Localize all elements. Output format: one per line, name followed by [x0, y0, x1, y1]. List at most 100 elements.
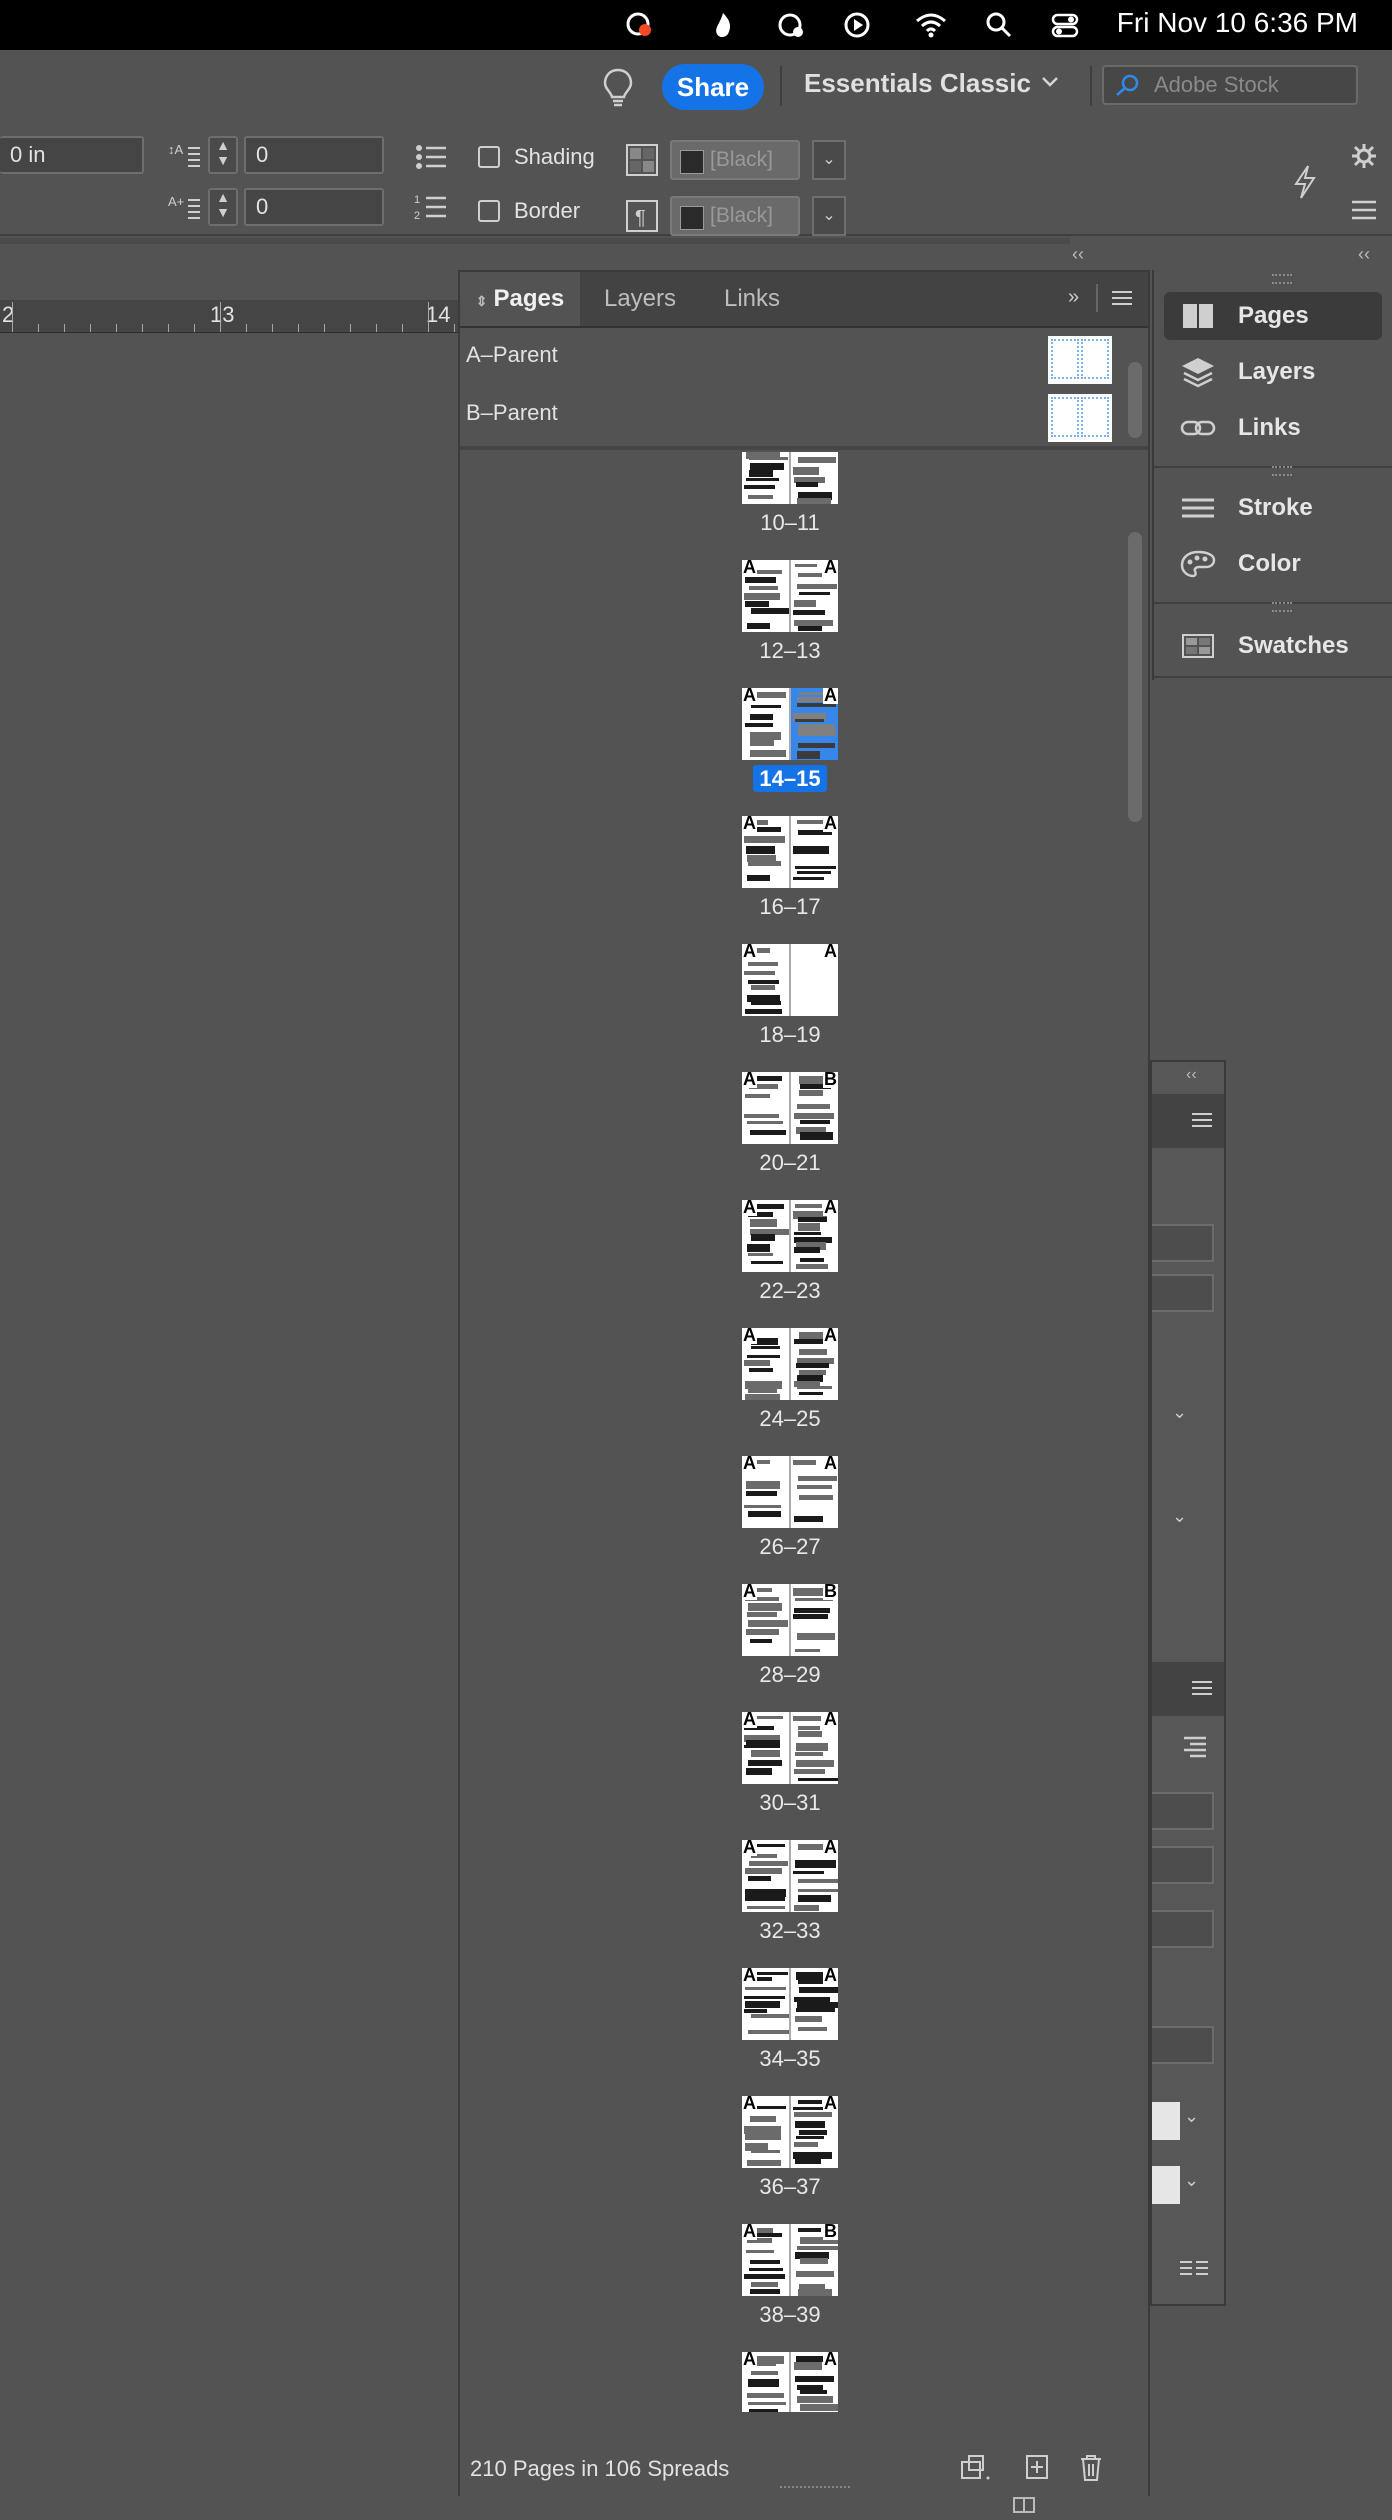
left-page-thumbnail[interactable] — [742, 452, 789, 504]
spread-item[interactable]: A A 22–23 — [460, 1182, 1120, 1310]
spread-thumbnail[interactable]: AA — [742, 816, 838, 888]
spread-thumbnail[interactable]: AA — [742, 1968, 838, 2040]
pasteboard[interactable] — [0, 334, 456, 2494]
spread-thumbnail[interactable]: AA — [742, 1328, 838, 1400]
indent-field[interactable]: 0 in — [0, 136, 144, 174]
dock-item-layers[interactable]: Layers — [1164, 348, 1382, 396]
flame-icon[interactable] — [708, 10, 738, 40]
spread-thumbnail[interactable]: AB — [742, 2224, 838, 2296]
parent-row-a[interactable]: A–Parent — [460, 328, 1120, 384]
spread-thumbnail[interactable]: AA — [742, 560, 838, 632]
spread-thumbnail[interactable]: AA — [742, 1712, 838, 1784]
collapse-dock-icon[interactable]: ‹‹ — [1358, 244, 1386, 264]
spread-thumbnail[interactable]: AA — [742, 2096, 838, 2168]
section-divider[interactable] — [460, 446, 1148, 450]
dock-grip[interactable] — [1272, 602, 1292, 612]
bottom-panel-icon[interactable] — [1012, 2494, 1036, 2514]
shading-color-chevron[interactable]: ⌄ — [812, 140, 846, 180]
spread-item[interactable]: A B 38–39 — [460, 2206, 1120, 2334]
spread-thumbnail[interactable]: AA — [742, 1456, 838, 1528]
sync-icon[interactable] — [776, 10, 806, 40]
spread-thumbnail[interactable]: AA — [742, 944, 838, 1016]
shading-checkbox[interactable] — [478, 146, 500, 168]
collapse-panel-icon[interactable]: ‹‹ — [1072, 244, 1100, 264]
obscured-field[interactable] — [1152, 1846, 1214, 1884]
panel-menu-icon[interactable] — [1190, 1110, 1214, 1130]
edit-page-size-icon[interactable] — [960, 2452, 994, 2484]
parents-scrollbar[interactable] — [1128, 362, 1142, 438]
spread-item[interactable]: AA — [460, 2334, 1120, 2412]
bulleted-list-icon[interactable] — [414, 142, 448, 172]
obscured-field[interactable] — [1152, 1274, 1214, 1312]
chevron-down-icon[interactable]: ⌄ — [1172, 1402, 1187, 1423]
lightning-icon[interactable] — [1290, 164, 1320, 200]
chevron-down-icon[interactable] — [1040, 72, 1060, 95]
scrollbar-thumb[interactable] — [1128, 532, 1142, 822]
border-color-dropdown[interactable]: [Black] — [670, 196, 800, 236]
trash-icon[interactable] — [1074, 2452, 1108, 2484]
menu-bar-clock[interactable]: Fri Nov 10 6:36 PM — [1117, 7, 1358, 39]
spread-thumbnail[interactable]: AB — [742, 1072, 838, 1144]
columns-icon[interactable] — [1178, 2256, 1210, 2280]
panel-menu-icon[interactable] — [1110, 288, 1134, 308]
spread-item[interactable]: A A 24–25 — [460, 1310, 1120, 1438]
obscured-swatch[interactable] — [1152, 2102, 1180, 2140]
spread-item[interactable]: A A 34–35 — [460, 1950, 1120, 2078]
spread-item[interactable]: A B 20–21 — [460, 1054, 1120, 1182]
spread-item[interactable]: A A 26–27 — [460, 1438, 1120, 1566]
parent-thumbnail[interactable] — [1048, 394, 1112, 442]
obscured-field[interactable] — [1152, 1910, 1214, 1948]
dock-item-pages[interactable]: Pages — [1164, 292, 1382, 340]
spread-item[interactable]: A A 16–17 — [460, 798, 1120, 926]
spread-item[interactable]: A A 32–33 — [460, 1822, 1120, 1950]
shading-settings-icon[interactable] — [626, 144, 658, 176]
tab-layers[interactable]: Layers — [582, 272, 698, 326]
expand-panel-icon[interactable]: » — [1068, 286, 1092, 310]
collapse-panel-icon[interactable]: ‹‹ — [1186, 1066, 1197, 1084]
spread-item[interactable]: A A 18–19 — [460, 926, 1120, 1054]
obscured-field[interactable] — [1152, 1224, 1214, 1262]
space-after-field[interactable]: 0 — [244, 188, 384, 226]
spread-thumbnail[interactable]: AA — [742, 452, 838, 504]
obscured-field[interactable] — [1152, 1792, 1214, 1830]
dock-grip[interactable] — [1272, 466, 1292, 476]
align-right-icon[interactable] — [1178, 1732, 1210, 1762]
space-after-stepper[interactable]: ▲ ▼ — [208, 188, 238, 226]
adobe-stock-search[interactable] — [1102, 65, 1358, 105]
adobe-stock-input[interactable] — [1154, 69, 1350, 101]
spread-thumbnail[interactable]: AB — [742, 1584, 838, 1656]
spread-thumbnail[interactable]: AA — [742, 1200, 838, 1272]
right-page-thumbnail[interactable] — [791, 452, 838, 504]
chevron-down-icon[interactable]: ⌄ — [1184, 2170, 1199, 2191]
horizontal-ruler[interactable]: 2 13 14 — [0, 300, 460, 333]
paragraph-border-icon[interactable]: ¶ — [626, 200, 658, 232]
panel-menu-icon[interactable] — [1190, 1678, 1214, 1698]
space-before-field[interactable]: 0 — [244, 136, 384, 174]
space-before-stepper[interactable]: ▲ ▼ — [208, 136, 238, 174]
spread-item[interactable]: A A 36–37 — [460, 2078, 1120, 2206]
border-color-chevron[interactable]: ⌄ — [812, 196, 846, 236]
border-checkbox[interactable] — [478, 200, 500, 222]
wifi-icon[interactable] — [914, 10, 946, 40]
spread-thumbnail[interactable]: AA — [742, 2352, 838, 2412]
spread-item[interactable]: AA 10–11 — [460, 452, 1120, 542]
parent-thumbnail[interactable] — [1048, 336, 1112, 384]
share-button[interactable]: Share — [662, 64, 764, 110]
search-icon[interactable] — [984, 10, 1014, 40]
new-page-icon[interactable] — [1020, 2452, 1054, 2484]
workspace-switcher[interactable]: Essentials Classic — [804, 68, 1031, 99]
dock-grip[interactable] — [1272, 274, 1292, 284]
dock-item-stroke[interactable]: Stroke — [1164, 484, 1382, 532]
parent-row-b[interactable]: B–Parent — [460, 386, 1120, 442]
shading-color-dropdown[interactable]: [Black] — [670, 140, 800, 180]
spread-list-scrollbar[interactable] — [1128, 452, 1142, 2412]
spread-item[interactable]: A B 28–29 — [460, 1566, 1120, 1694]
spread-thumbnail[interactable]: AA — [742, 688, 838, 760]
creative-cloud-icon[interactable] — [624, 10, 654, 40]
obscured-field[interactable] — [1152, 2026, 1214, 2064]
spread-item[interactable]: A A 30–31 — [460, 1694, 1120, 1822]
dock-item-color[interactable]: Color — [1164, 540, 1382, 588]
spread-item[interactable]: A A 14–15 — [460, 670, 1120, 798]
gear-icon[interactable] — [1350, 142, 1378, 170]
play-icon[interactable] — [842, 10, 872, 40]
